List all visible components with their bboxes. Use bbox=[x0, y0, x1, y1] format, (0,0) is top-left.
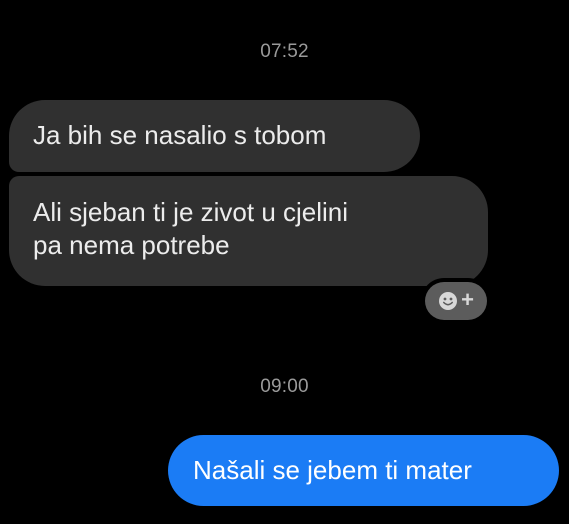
timestamp: 07:52 bbox=[260, 41, 309, 62]
message-text-line: pa nema potrebe bbox=[33, 230, 230, 260]
smiley-icon bbox=[438, 291, 458, 311]
message-text: Našali se jebem ti mater bbox=[193, 455, 472, 485]
message-text-line: Ali sjeban ti je zivot u cjelini bbox=[33, 197, 349, 227]
outgoing-message-bubble[interactable]: Našali se jebem ti mater bbox=[168, 435, 559, 506]
plus-icon: + bbox=[461, 287, 474, 312]
incoming-message-bubble[interactable]: Ja bih se nasalio s tobom bbox=[9, 100, 420, 172]
message-text: Ja bih se nasalio s tobom bbox=[33, 120, 327, 150]
timestamp: 09:00 bbox=[260, 376, 309, 397]
add-reaction-button[interactable]: + bbox=[425, 282, 487, 320]
incoming-message-bubble[interactable]: Ali sjeban ti je zivot u cjelini pa nema… bbox=[9, 176, 488, 286]
